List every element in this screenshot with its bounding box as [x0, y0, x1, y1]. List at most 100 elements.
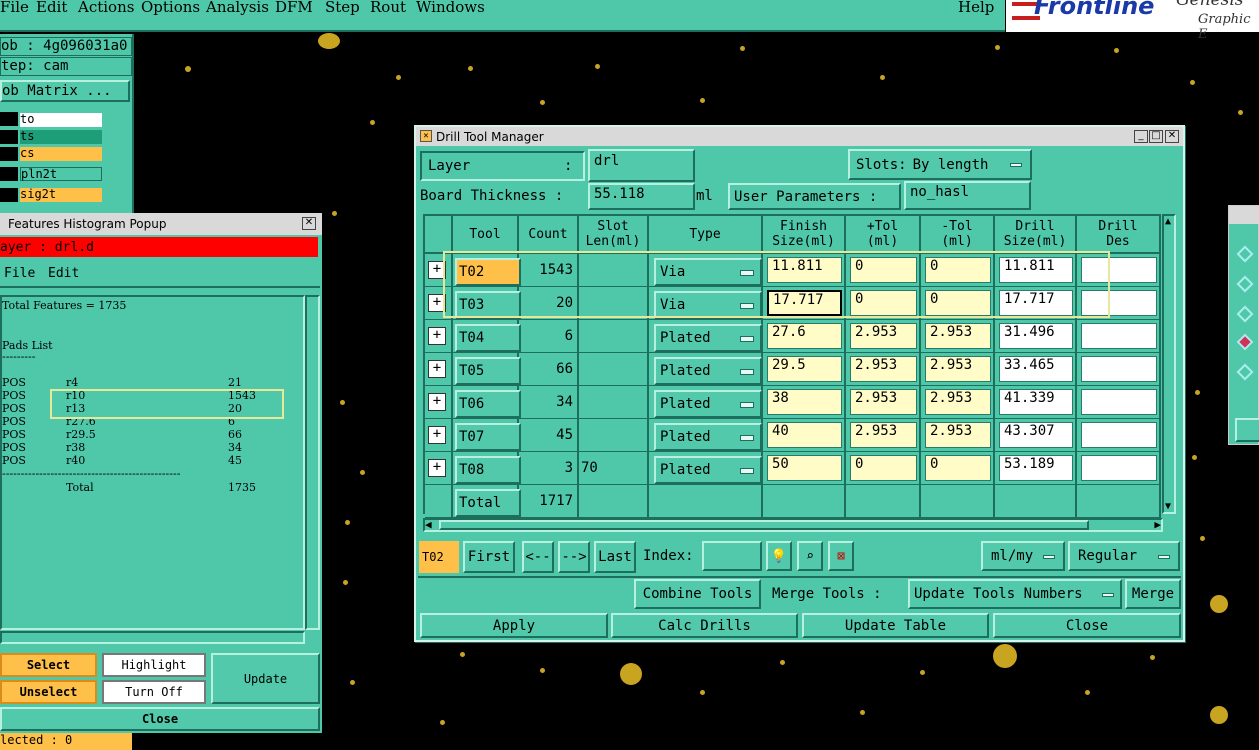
- unselect-button[interactable]: Unselect: [0, 680, 97, 704]
- menu-rout[interactable]: Rout: [370, 0, 406, 16]
- radio-icon[interactable]: [1236, 333, 1254, 351]
- index-input[interactable]: [702, 541, 762, 571]
- plus-tol-input[interactable]: 2.953: [850, 389, 917, 415]
- minimize-icon[interactable]: _: [1134, 130, 1148, 143]
- minus-tol-input[interactable]: 2.953: [925, 356, 991, 382]
- scroll-up-icon[interactable]: ▲: [1165, 216, 1171, 227]
- maximize-icon[interactable]: □: [1149, 130, 1163, 143]
- layer-item[interactable]: ts: [20, 130, 102, 144]
- type-selector[interactable]: Plated: [654, 357, 762, 385]
- menu-windows[interactable]: Windows: [416, 0, 485, 16]
- plus-tol-input[interactable]: 0: [850, 455, 917, 481]
- drill-size-input[interactable]: 33.465: [999, 356, 1073, 382]
- drill-size-input[interactable]: 31.496: [999, 323, 1073, 349]
- drill-des-input[interactable]: [1081, 356, 1157, 382]
- tool-button[interactable]: T08: [455, 456, 521, 484]
- tool-button[interactable]: T07: [455, 423, 521, 451]
- drill-size-input[interactable]: 43.307: [999, 422, 1073, 448]
- plus-tol-input[interactable]: 2.953: [850, 323, 917, 349]
- select-button[interactable]: Select: [0, 653, 97, 677]
- update-button[interactable]: Update: [211, 653, 320, 704]
- menu-options[interactable]: Options: [141, 0, 200, 16]
- menu-help[interactable]: Help: [958, 0, 994, 16]
- calc-drills-button[interactable]: Calc Drills: [611, 613, 798, 638]
- drill-size-input[interactable]: 41.339: [999, 389, 1073, 415]
- type-selector[interactable]: Plated: [654, 456, 762, 484]
- table-hscroll[interactable]: ◀ ▶: [423, 518, 1163, 532]
- minus-tol-input[interactable]: 2.953: [925, 323, 991, 349]
- expand-icon[interactable]: +: [428, 426, 446, 444]
- merge-button[interactable]: Merge: [1125, 579, 1181, 609]
- user-parameters-value[interactable]: no_hasl: [910, 184, 969, 200]
- close-button[interactable]: Close: [993, 613, 1181, 638]
- mode-selector[interactable]: Regular: [1068, 541, 1180, 571]
- merge-option-selector[interactable]: Update Tools Numbers: [908, 579, 1122, 609]
- prev-button[interactable]: <--: [522, 541, 554, 573]
- minus-tol-input[interactable]: 0: [925, 455, 991, 481]
- scroll-left-icon[interactable]: ◀: [425, 518, 432, 531]
- radio-icon[interactable]: [1236, 305, 1254, 323]
- combine-tools-button[interactable]: Combine Tools: [634, 579, 761, 609]
- next-button[interactable]: -->: [558, 541, 590, 573]
- window-menu-icon[interactable]: ✕: [420, 130, 432, 142]
- lightbulb-icon[interactable]: 💡: [766, 541, 792, 571]
- finish-size-input[interactable]: 50: [767, 455, 842, 481]
- plus-tol-input[interactable]: 2.953: [850, 356, 917, 382]
- layer-item[interactable]: sig2t: [20, 188, 102, 202]
- menu-actions[interactable]: Actions: [78, 0, 134, 16]
- histogram-hscroll[interactable]: [0, 631, 305, 644]
- close-icon[interactable]: ✕: [1165, 130, 1179, 143]
- finish-size-input[interactable]: 40: [767, 422, 842, 448]
- layer-item[interactable]: pln2t: [20, 167, 102, 181]
- menu-dfm[interactable]: DFM: [275, 0, 313, 16]
- type-selector[interactable]: Plated: [654, 324, 762, 352]
- radio-icon[interactable]: [1236, 363, 1254, 381]
- update-table-button[interactable]: Update Table: [802, 613, 989, 638]
- partial-button[interactable]: [1235, 418, 1259, 442]
- table-vscroll[interactable]: ▲ ▼: [1162, 214, 1176, 514]
- slots-selector[interactable]: Slots: By length: [848, 149, 1032, 180]
- finish-size-input[interactable]: 29.5: [767, 356, 842, 382]
- menu-edit[interactable]: Edit: [36, 0, 67, 16]
- apply-button[interactable]: Apply: [420, 613, 608, 638]
- tool-button[interactable]: T05: [455, 357, 521, 385]
- histogram-menu-edit[interactable]: Edit: [48, 266, 79, 281]
- layer-item[interactable]: cs: [20, 147, 102, 161]
- radio-icon[interactable]: [1236, 245, 1254, 263]
- scroll-right-icon[interactable]: ▶: [1154, 518, 1161, 531]
- expand-icon[interactable]: +: [428, 459, 446, 477]
- job-matrix-button[interactable]: ob Matrix ...: [0, 80, 130, 102]
- layer-value[interactable]: drl: [594, 153, 619, 169]
- minus-tol-input[interactable]: 2.953: [925, 389, 991, 415]
- expand-icon[interactable]: +: [428, 327, 446, 345]
- hscroll-thumb[interactable]: [439, 520, 1089, 530]
- drill-des-input[interactable]: [1081, 422, 1157, 448]
- turn-off-button[interactable]: Turn Off: [102, 680, 206, 704]
- drill-des-input[interactable]: [1081, 455, 1157, 481]
- clear-icon[interactable]: ⊠: [828, 541, 854, 571]
- menu-file[interactable]: File: [0, 0, 29, 16]
- drill-des-input[interactable]: [1081, 389, 1157, 415]
- last-button[interactable]: Last: [594, 541, 636, 573]
- type-selector[interactable]: Plated: [654, 423, 762, 451]
- drill-des-input[interactable]: [1081, 323, 1157, 349]
- close-button[interactable]: Close: [0, 707, 320, 731]
- tool-button[interactable]: T04: [455, 324, 521, 352]
- plus-tol-input[interactable]: 2.953: [850, 422, 917, 448]
- menu-step[interactable]: Step: [325, 0, 360, 16]
- user-parameters-button[interactable]: User Parameters :: [728, 183, 901, 210]
- scroll-down-icon[interactable]: ▼: [1165, 501, 1171, 512]
- histogram-menu-file[interactable]: File: [4, 266, 35, 281]
- expand-icon[interactable]: +: [428, 360, 446, 378]
- board-thickness-value[interactable]: 55.118: [594, 186, 645, 202]
- close-icon[interactable]: ✕: [302, 217, 316, 230]
- drill-size-input[interactable]: 53.189: [999, 455, 1073, 481]
- histogram-vscroll[interactable]: [305, 295, 320, 630]
- total-button[interactable]: Total: [455, 489, 521, 517]
- type-selector[interactable]: Plated: [654, 390, 762, 418]
- units-selector[interactable]: ml/my: [981, 541, 1065, 571]
- menu-analysis[interactable]: Analysis: [206, 0, 269, 16]
- minus-tol-input[interactable]: 2.953: [925, 422, 991, 448]
- highlight-button[interactable]: Highlight: [102, 653, 206, 677]
- layer-item[interactable]: to: [20, 113, 102, 127]
